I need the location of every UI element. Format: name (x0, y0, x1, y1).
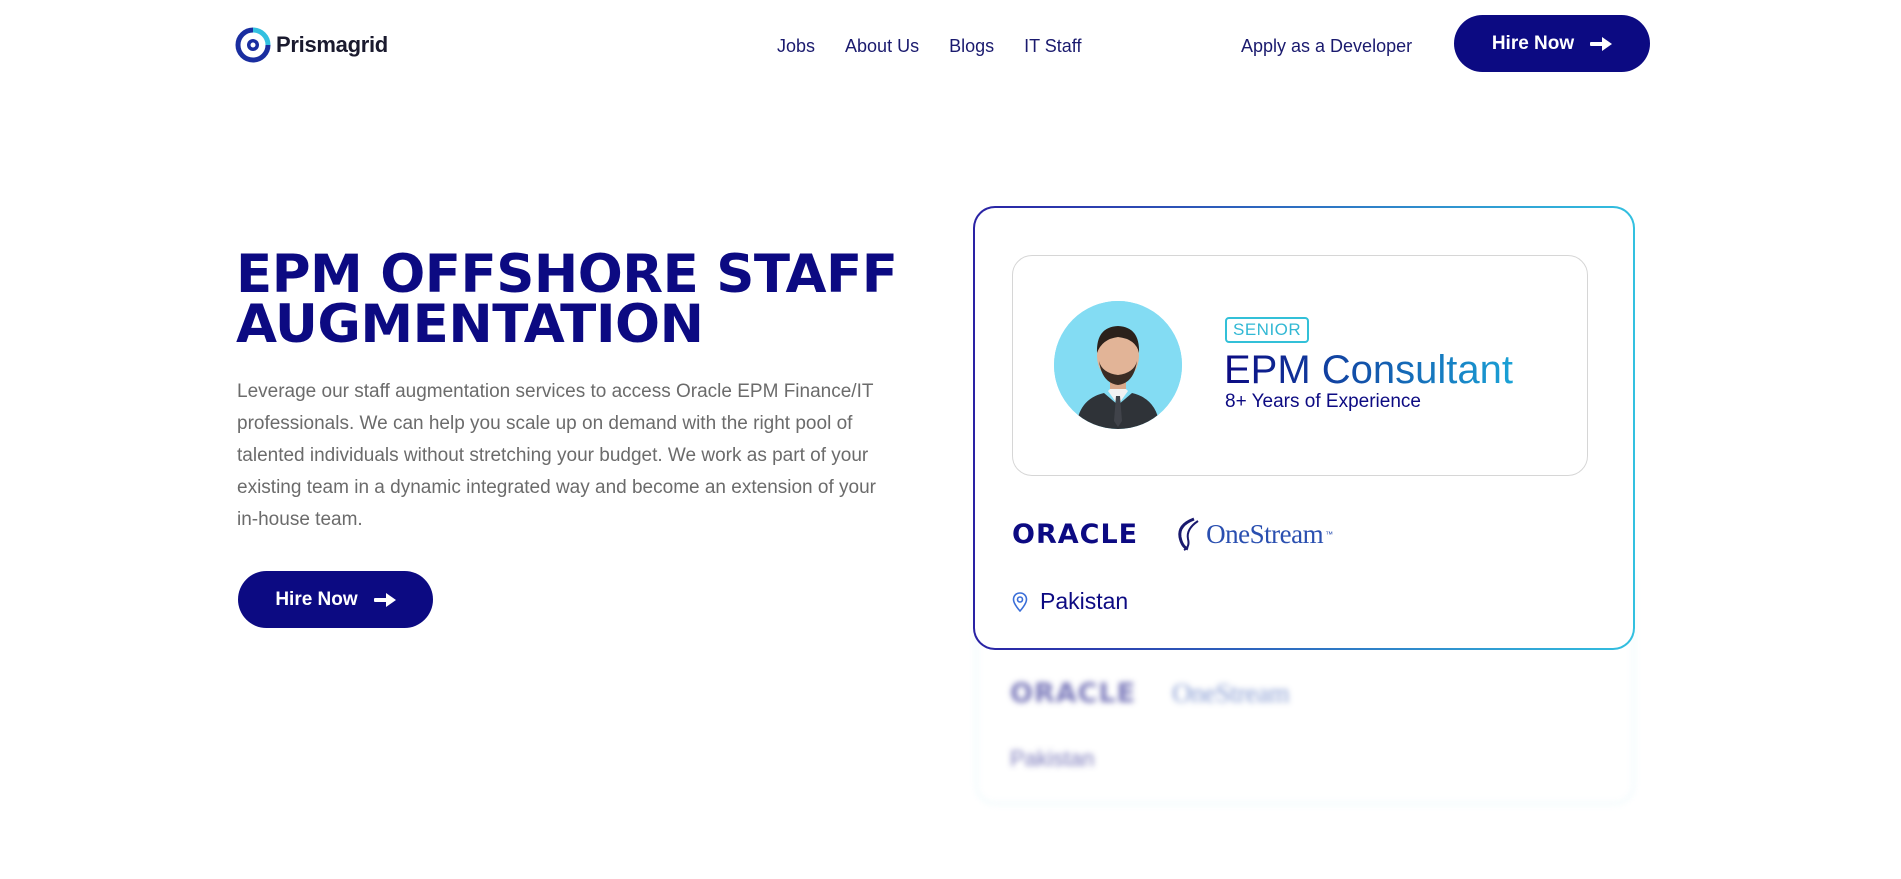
nav-blogs[interactable]: Blogs (949, 36, 994, 57)
nav-it-staff[interactable]: IT Staff (1024, 36, 1081, 57)
role-title: EPM Consultant (1224, 348, 1514, 392)
page-title: EPM OFFSHORE STAFF AUGMENTATION (236, 248, 936, 351)
avatar (1054, 301, 1182, 429)
tech-logos: ORACLE OneStream ™ (1012, 517, 1333, 551)
onestream-text: OneStream (1206, 518, 1324, 549)
location-pin-icon (1012, 591, 1028, 612)
trademark-symbol: ™ (1325, 529, 1334, 539)
card-body: SENIOR EPM Consultant 8+ Years of Experi… (975, 208, 1633, 648)
ghost-location: Pakistan (1010, 746, 1095, 771)
apply-developer-link[interactable]: Apply as a Developer (1241, 36, 1412, 57)
hero-description: Leverage our staff augmentation services… (237, 381, 876, 530)
onestream-logo: OneStream ™ (1174, 517, 1333, 551)
arrow-right-icon (373, 592, 396, 607)
seniority-badge: SENIOR (1225, 317, 1310, 343)
location-text: Pakistan (1040, 588, 1129, 614)
ghost-oracle-logo: ORACLE (1010, 678, 1137, 709)
main-nav: Jobs About Us Blogs IT Staff (777, 36, 1081, 57)
nav-jobs[interactable]: Jobs (777, 36, 815, 57)
logo[interactable]: Prismagrid (235, 27, 388, 63)
onestream-swirl-icon (1178, 517, 1199, 551)
ghost-onestream-logo: OneStream (1172, 678, 1289, 709)
location: Pakistan (1012, 588, 1128, 615)
oracle-logo: ORACLE (1012, 518, 1139, 550)
hire-now-label: Hire Now (275, 588, 358, 610)
header-hire-now-button[interactable]: Hire Now (1454, 15, 1650, 72)
title-line-2: AUGMENTATION (236, 294, 704, 355)
ghost-onestream-text: OneStream (1172, 678, 1290, 708)
consultant-card[interactable]: SENIOR EPM Consultant 8+ Years of Experi… (973, 206, 1635, 650)
nav-about-us[interactable]: About Us (845, 36, 919, 57)
arrow-right-icon (1590, 36, 1613, 51)
ghost-tech-logos: ORACLE OneStream (1010, 678, 1290, 709)
experience-text: 8+ Years of Experience (1225, 391, 1421, 412)
hero-hire-now-button[interactable]: Hire Now (238, 571, 433, 628)
profile-box: SENIOR EPM Consultant 8+ Years of Experi… (1012, 255, 1588, 476)
hire-now-label: Hire Now (1491, 32, 1575, 54)
person-avatar-icon (1054, 301, 1182, 429)
prismagrid-logo-icon (235, 27, 271, 63)
logo-text: Prismagrid (276, 32, 388, 57)
